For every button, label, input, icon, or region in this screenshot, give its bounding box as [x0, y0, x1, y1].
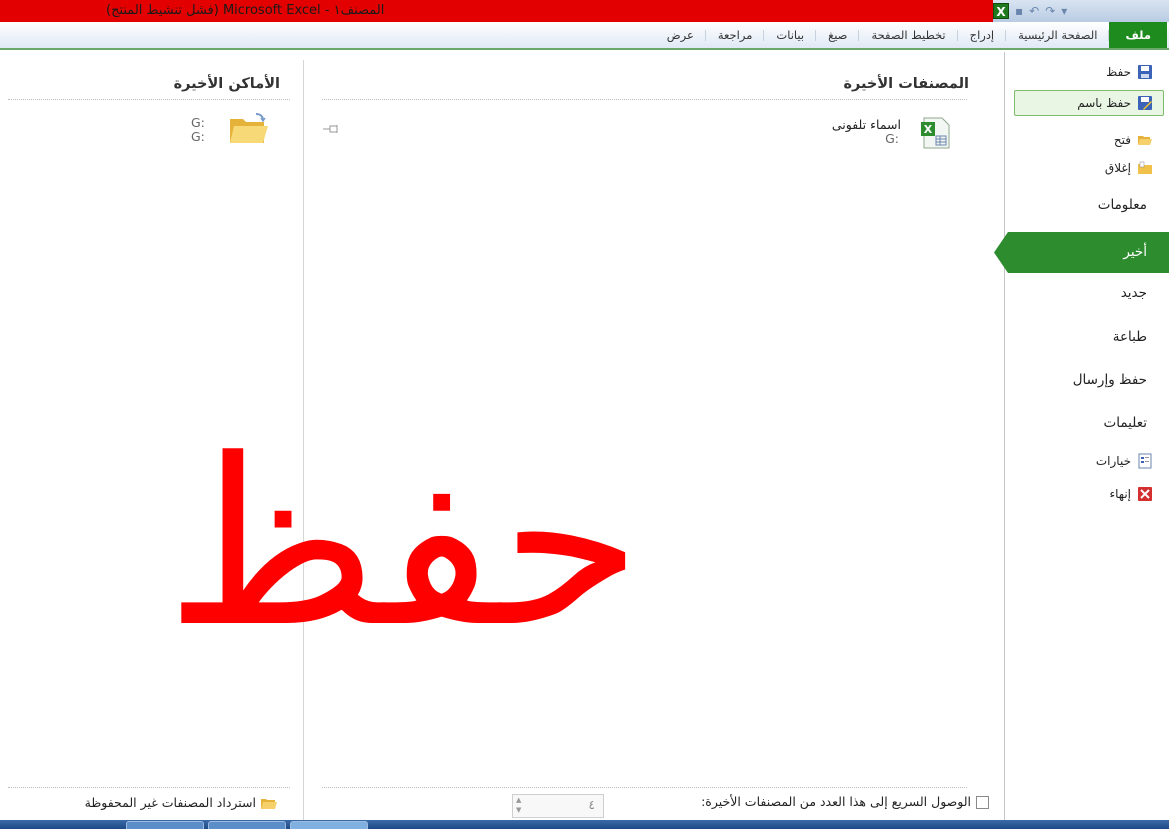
- nav-help[interactable]: تعليمات: [1104, 415, 1147, 431]
- title-bar: المصنف١ - Microsoft Excel (فشل تنشيط الم…: [0, 0, 1169, 22]
- tab-home[interactable]: الصفحة الرئيسية: [1006, 22, 1110, 48]
- ribbon-tabs: ملف الصفحة الرئيسية إدراج تخطيط الصفحة ص…: [655, 22, 1169, 48]
- tab-view[interactable]: عرض: [655, 22, 706, 48]
- taskbar-button[interactable]: [290, 821, 368, 829]
- taskbar-button[interactable]: [126, 821, 204, 829]
- quick-access-checkbox[interactable]: [976, 796, 989, 809]
- floppy-icon: [1138, 65, 1152, 79]
- open-folder-icon: [1138, 136, 1152, 145]
- folder-icon: [230, 113, 268, 143]
- quick-access-count-value: ٤: [588, 798, 595, 812]
- nav-new[interactable]: جديد: [1121, 285, 1147, 301]
- undo-icon[interactable]: ↶: [1029, 4, 1039, 18]
- nav-close-label: إغلاق: [1104, 161, 1131, 175]
- recent-place-name: G:: [191, 115, 205, 130]
- options-icon: [1138, 453, 1152, 469]
- nav-options-label: خيارات: [1095, 454, 1131, 468]
- excel-app-icon[interactable]: X: [993, 3, 1009, 19]
- recent-workbooks-title: المصنفات الأخيرة: [843, 76, 969, 92]
- quick-access-count-spinner[interactable]: ٤ ▲ ▼: [512, 794, 604, 818]
- pin-icon[interactable]: [322, 123, 342, 135]
- backstage-nav: حفظ حفظ باسم فتح إغلاق معلومات أخير جديد…: [994, 52, 1169, 829]
- nav-exit-button[interactable]: إنهاء: [1109, 486, 1153, 502]
- nav-save-button[interactable]: حفظ: [1106, 64, 1153, 80]
- tab-review[interactable]: مراجعة: [706, 22, 765, 48]
- nav-save-as-label: حفظ باسم: [1077, 96, 1131, 110]
- tab-file[interactable]: ملف: [1109, 22, 1167, 48]
- nav-save-and-send[interactable]: حفظ وإرسال: [1073, 372, 1147, 388]
- recover-folder-icon: [261, 798, 277, 809]
- taskbar-button[interactable]: [208, 821, 286, 829]
- tab-page-layout[interactable]: تخطيط الصفحة: [859, 22, 958, 48]
- close-folder-icon: [1138, 161, 1152, 174]
- tab-data[interactable]: بيانات: [764, 22, 816, 48]
- nav-recent-label[interactable]: أخير: [1123, 244, 1147, 260]
- nav-open-label: فتح: [1113, 133, 1131, 147]
- tab-formulas[interactable]: صيغ: [816, 22, 860, 48]
- exit-icon: [1138, 487, 1152, 501]
- save-icon[interactable]: ▪: [1015, 4, 1023, 18]
- window-title: المصنف١ - Microsoft Excel (فشل تنشيط الم…: [106, 3, 385, 18]
- nav-open-button[interactable]: فتح: [1114, 132, 1153, 148]
- save-as-icon: [1138, 96, 1152, 110]
- quick-access-toolbar: ▾ ↷ ↶ ▪ X: [993, 0, 1169, 22]
- svg-text:X: X: [924, 123, 933, 136]
- excel-file-icon: X: [921, 117, 950, 149]
- recent-workbook-path: G:: [885, 131, 899, 146]
- nav-info[interactable]: معلومات: [1098, 197, 1147, 213]
- nav-close-button[interactable]: إغلاق: [1105, 160, 1153, 176]
- recent-places-title: الأماكن الأخيرة: [173, 76, 280, 92]
- nav-exit-label: إنهاء: [1109, 487, 1131, 501]
- recover-unsaved-label: استرداد المصنفات غير المحفوظة: [84, 795, 256, 810]
- tab-insert[interactable]: إدراج: [958, 22, 1007, 48]
- bottom-divider-left: [8, 787, 290, 788]
- nav-save-label: حفظ: [1106, 65, 1131, 79]
- bottom-divider-right: [322, 787, 967, 788]
- nav-options-button[interactable]: خيارات: [1096, 453, 1153, 469]
- recent-workbook-name: اسماء تلفونى: [831, 117, 901, 132]
- recent-places-divider: [8, 99, 290, 100]
- redo-icon[interactable]: ↷: [1045, 4, 1055, 18]
- recent-place-path: G:: [191, 129, 205, 144]
- excel-backstage-window: المصنف١ - Microsoft Excel (فشل تنشيط الم…: [0, 0, 1169, 829]
- ribbon: ملف الصفحة الرئيسية إدراج تخطيط الصفحة ص…: [0, 22, 1169, 50]
- watermark-overlay: حفظ: [165, 411, 642, 678]
- spinner-arrows-icon[interactable]: ▲ ▼: [516, 795, 521, 815]
- recover-unsaved-button[interactable]: استرداد المصنفات غير المحفوظة: [85, 795, 278, 810]
- nav-save-as-button[interactable]: حفظ باسم: [1077, 95, 1153, 111]
- nav-print[interactable]: طباعة: [1113, 329, 1147, 345]
- recent-workbooks-divider: [322, 99, 967, 100]
- customize-qat-icon[interactable]: ▾: [1061, 4, 1067, 18]
- quick-access-label: الوصول السريع إلى هذا العدد من المصنفات …: [701, 794, 971, 809]
